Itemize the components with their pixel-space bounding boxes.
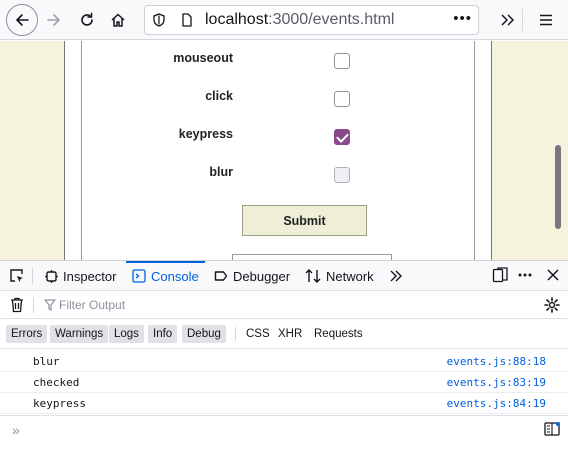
click-checkbox[interactable] [334,91,350,107]
filter-output-input[interactable]: Filter Output [59,298,125,312]
tab-divider [32,268,33,284]
home-button[interactable] [104,6,132,34]
dock-icon[interactable] [492,267,508,283]
page-actions-button[interactable]: ••• [453,10,472,27]
page-container: mouseout click keypress blur Submit [64,41,492,260]
page-scrollbar-thumb[interactable] [555,145,561,229]
category-xhr[interactable]: XHR [278,325,302,343]
inspector-icon [45,269,58,283]
tab-inspector[interactable]: Inspector [45,261,116,291]
more-tabs-icon[interactable] [389,269,403,283]
console-message: blur events.js:88:18 [0,351,568,372]
toolbar-divider [522,9,523,31]
back-button[interactable] [6,4,38,36]
editor-mode-icon[interactable] [544,422,560,436]
events-form: mouseout click keypress blur Submit [81,41,475,260]
reload-icon [81,12,93,26]
shield-icon[interactable] [152,13,166,27]
tab-label: Debugger [233,268,291,284]
level-warnings[interactable]: Warnings [50,325,109,343]
message-source-link[interactable]: events.js:88:18 [447,355,546,368]
tab-label: Inspector [63,268,117,284]
browser-toolbar: localhost:3000/events.html ••• [0,0,568,40]
console-filterbar: Filter Output [0,291,568,319]
category-css[interactable]: CSS [246,325,270,343]
network-icon [305,269,321,283]
close-icon[interactable] [545,267,561,283]
tab-label: Console [151,268,199,284]
arrow-left-icon [16,14,29,26]
url-path: :3000/events.html [268,11,395,28]
level-debug[interactable]: Debug [182,325,226,343]
element-picker-icon[interactable] [9,268,25,284]
url-host: localhost [205,11,269,28]
message-source-link[interactable]: events.js:83:19 [447,376,546,389]
console-icon [132,269,146,283]
level-divider [235,327,236,341]
app-menu-button[interactable] [532,6,560,34]
console-input[interactable]: » [0,415,568,445]
event-row-keypress: keypress [82,123,476,145]
more-options-icon[interactable] [517,267,533,283]
mouseout-checkbox[interactable] [334,53,350,69]
event-label: mouseout [173,51,233,65]
message-text: keypress [33,397,86,410]
trash-icon[interactable] [10,297,24,313]
devtools-tabbar: Inspector Console Debugger Network [0,261,568,291]
submit-button[interactable]: Submit [242,205,367,236]
event-row-mouseout: mouseout [82,47,476,69]
console-output: blur events.js:88:18 checked events.js:8… [0,351,568,414]
url-text[interactable]: localhost:3000/events.html [205,11,394,29]
home-icon [111,13,125,27]
hamburger-icon [540,14,552,26]
message-source-link[interactable]: events.js:84:19 [447,397,546,410]
tab-label: Network [326,268,374,284]
tab-console[interactable]: Console [126,261,205,291]
event-label: click [205,89,233,103]
debugger-icon [214,271,228,281]
event-row-blur: blur [82,161,476,183]
page-icon[interactable] [180,13,194,27]
event-label: keypress [178,127,233,141]
event-row-click: click [82,85,476,107]
url-bar[interactable]: localhost:3000/events.html ••• [144,5,479,35]
keypress-checkbox[interactable] [334,129,350,145]
forward-button[interactable] [40,6,68,34]
message-text: checked [33,376,80,389]
message-text: blur [33,355,60,368]
filter-icon [44,299,56,311]
tab-debugger[interactable]: Debugger [214,261,290,291]
arrow-right-icon [47,14,60,26]
level-errors[interactable]: Errors [6,325,48,343]
log-level-bar: Errors Warnings Logs Info Debug CSS XHR … [0,319,568,349]
gear-icon[interactable] [544,297,560,313]
event-label: blur [209,165,233,179]
overflow-menu-button[interactable] [493,6,521,34]
category-requests[interactable]: Requests [314,325,363,343]
level-logs[interactable]: Logs [109,325,144,343]
blur-checkbox[interactable] [334,167,350,183]
page-viewport: mouseout click keypress blur Submit [0,41,568,260]
devtools-panel: Inspector Console Debugger Network Filte… [0,260,568,462]
filter-divider [33,297,34,313]
level-info[interactable]: Info [148,325,178,343]
reload-button[interactable] [73,6,101,34]
console-message: keypress events.js:84:19 [0,393,568,414]
tab-network[interactable]: Network [305,261,374,291]
console-message: checked events.js:83:19 [0,372,568,393]
chevron-double-right-icon [501,14,514,26]
prompt-chevron-icon: » [12,422,20,438]
